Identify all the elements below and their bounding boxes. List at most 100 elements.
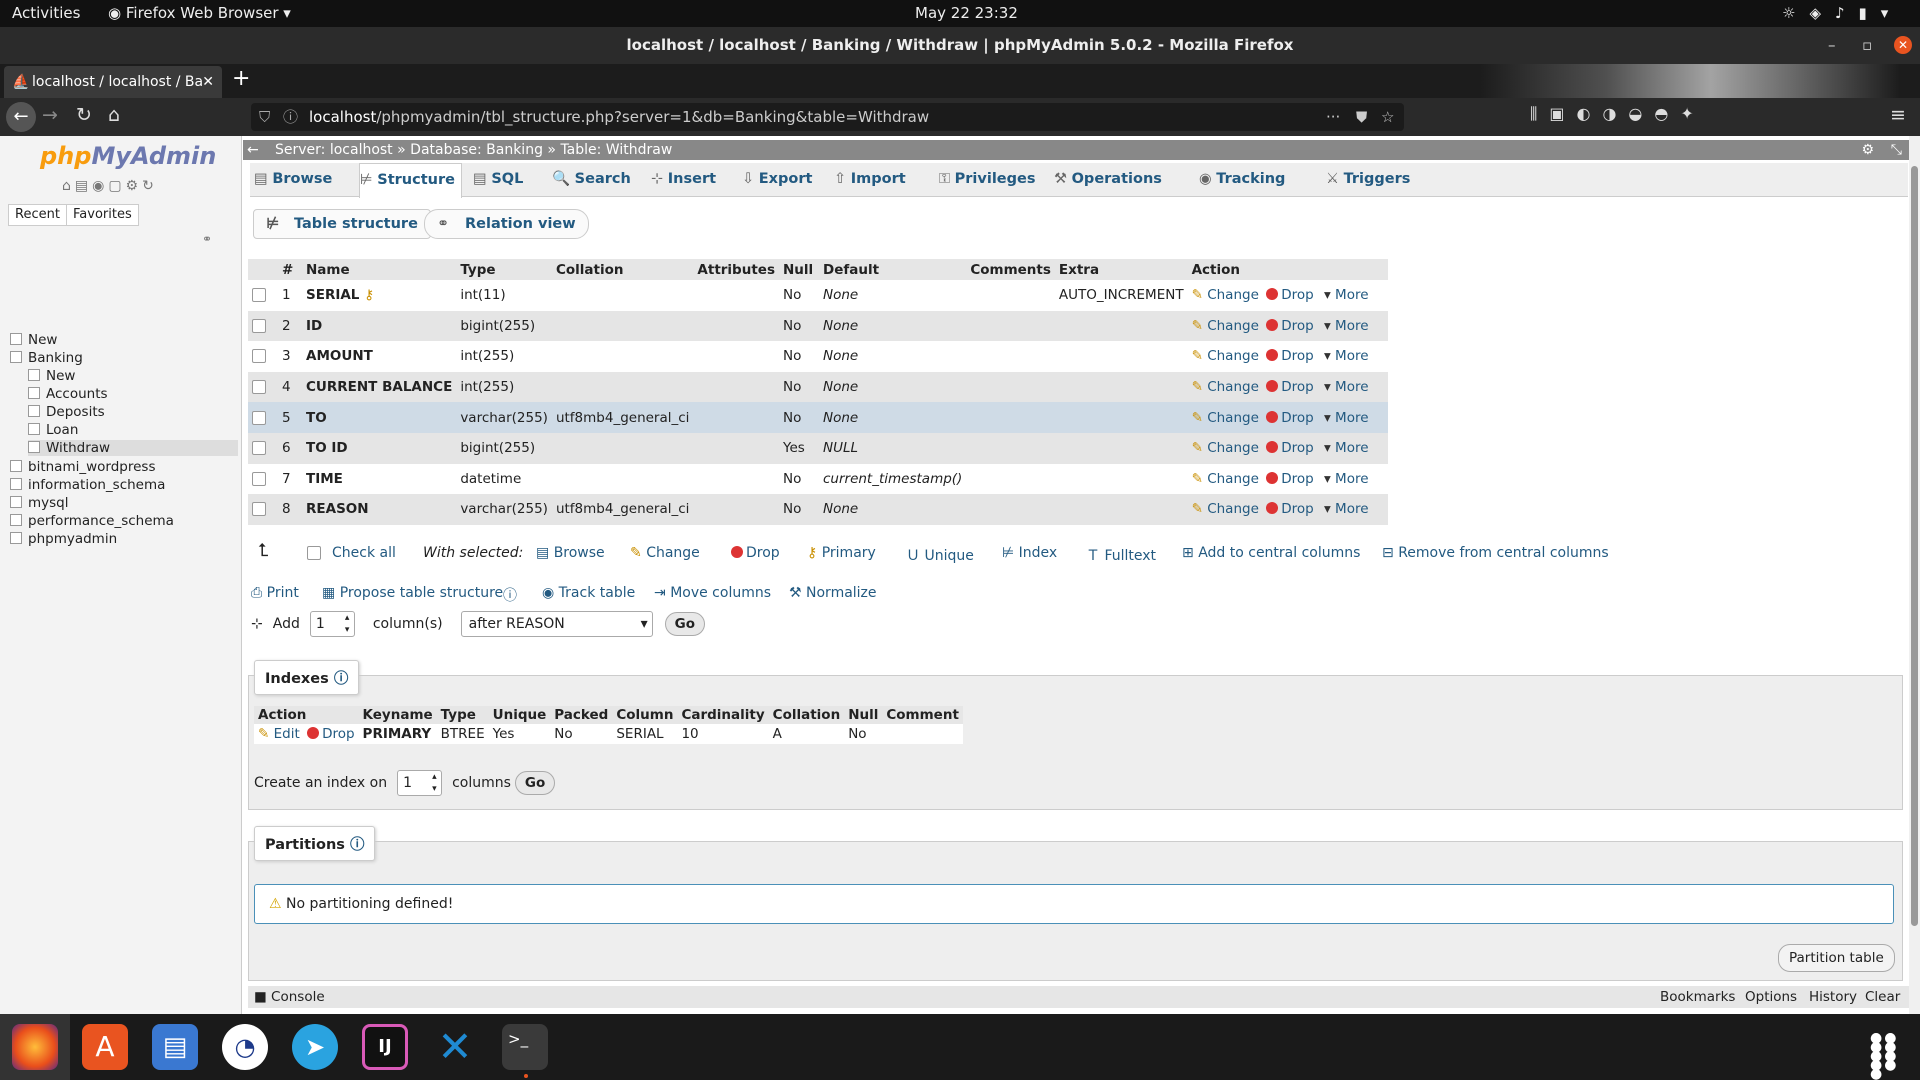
row-checkbox[interactable] — [252, 380, 266, 395]
tab-sql[interactable]: ▤ SQL — [473, 169, 523, 189]
clock[interactable]: May 22 23:32 — [915, 4, 1018, 22]
row-checkbox[interactable] — [252, 288, 266, 303]
row-checkbox-cell[interactable] — [248, 402, 278, 433]
whatsapp-icon[interactable]: ◔ — [222, 1024, 268, 1070]
change-button[interactable]: ✎ Change — [1192, 501, 1259, 517]
link-icon[interactable]: ⚭ — [202, 232, 212, 246]
row-checkbox[interactable] — [252, 441, 266, 456]
change-button[interactable]: ✎ Change — [1192, 379, 1259, 395]
drop-button[interactable]: Drop — [1263, 348, 1314, 364]
drop-button[interactable]: Drop — [1263, 318, 1314, 334]
row-checkbox-cell[interactable] — [248, 463, 278, 495]
pocket-icon[interactable]: ⛊ — [1356, 103, 1367, 131]
minimize-icon[interactable]: – — [1828, 27, 1836, 64]
settings-gear-icon[interactable]: ⚙ — [1861, 140, 1874, 160]
bulk-unique-button[interactable]: Ｕ Unique — [906, 545, 974, 565]
breadcrumb-table[interactable]: Table: Withdraw — [560, 142, 672, 158]
bulk-browse-button[interactable]: ▤ Browse — [536, 545, 605, 561]
change-button[interactable]: ✎ Change — [1192, 440, 1259, 456]
change-button[interactable]: ✎ Change — [1192, 471, 1259, 487]
drop-button[interactable]: Drop — [1263, 379, 1314, 395]
forward-icon[interactable]: → — [42, 104, 58, 126]
row-checkbox-cell[interactable] — [248, 371, 278, 403]
more-button[interactable]: ▾ More — [1324, 379, 1369, 395]
help-icon[interactable]: ⓘ — [503, 585, 517, 605]
bookmark-star-icon[interactable]: ☆ — [1381, 103, 1394, 131]
tree-node-icon[interactable] — [10, 333, 22, 345]
recent-button[interactable]: Recent — [8, 204, 67, 226]
sidebar-item-bitnami-wordpress[interactable]: bitnami_wordpress — [10, 459, 155, 475]
scrollbar-thumb[interactable] — [1911, 166, 1918, 926]
tab-privileges[interactable]: ⚿ Privileges — [939, 169, 1035, 189]
col-header-name[interactable]: Name — [302, 259, 457, 280]
tree-node-icon[interactable] — [10, 496, 22, 508]
sidebar-item-phpmyadmin[interactable]: phpmyadmin — [10, 531, 117, 547]
create-index-count-input[interactable]: 1 — [397, 770, 443, 796]
column-position-select[interactable]: after REASON ▾ — [460, 611, 653, 637]
firefox-dock-icon[interactable] — [12, 1024, 58, 1070]
more-button[interactable]: ▾ More — [1324, 318, 1369, 334]
back-icon[interactable]: ← — [6, 102, 36, 132]
drop-button[interactable]: Drop — [1263, 471, 1314, 487]
normalize-button[interactable]: ⚒ Normalize — [789, 585, 877, 601]
tab-operations[interactable]: ⚒ Operations — [1054, 169, 1162, 189]
col-header-attributes[interactable]: Attributes — [693, 259, 779, 280]
table-row[interactable]: 6 TO ID bigint(255) Yes NULL ✎ Change Drop ▾ … — [248, 432, 1388, 464]
favorites-button[interactable]: Favorites — [66, 204, 139, 226]
tree-node-icon[interactable] — [10, 532, 22, 544]
sidebar-item-accounts[interactable]: Accounts — [28, 386, 108, 402]
add-column-go-button[interactable]: Go — [664, 612, 705, 636]
add-column-count-input[interactable]: 1 — [309, 611, 355, 637]
bulk-index-button[interactable]: ⊭ Index — [1002, 545, 1057, 561]
change-button[interactable]: ✎ Change — [1192, 287, 1259, 303]
page-actions-icon[interactable]: ··· — [1326, 103, 1340, 131]
tab-insert[interactable]: ⊹ Insert — [651, 169, 716, 189]
tab-tracking[interactable]: ◉ Tracking — [1199, 169, 1285, 189]
table-row[interactable]: 7 TIME datetime No current_timestamp() ✎ Chan… — [248, 463, 1388, 495]
index-drop-button[interactable]: Drop — [304, 726, 355, 742]
more-button[interactable]: ▾ More — [1324, 501, 1369, 517]
row-checkbox[interactable] — [252, 471, 266, 486]
col-header-default[interactable]: Default — [818, 259, 967, 280]
more-button[interactable]: ▾ More — [1324, 440, 1369, 456]
console-clear[interactable]: Clear — [1865, 986, 1900, 1008]
drop-button[interactable]: Drop — [1263, 440, 1314, 456]
home-icon[interactable]: ⌂ — [108, 104, 120, 126]
telegram-icon[interactable]: ➤ — [292, 1024, 338, 1070]
console-history[interactable]: History — [1809, 986, 1857, 1008]
remove-central-columns-button[interactable]: ⊟ Remove from central columns — [1382, 545, 1609, 561]
sidebar-item-loan[interactable]: Loan — [28, 422, 78, 438]
table-row[interactable]: 8 REASON varchar(255) utf8mb4_general_ci No N… — [248, 494, 1388, 525]
tab-triggers[interactable]: ⚔ Triggers — [1326, 169, 1410, 189]
row-checkbox-cell[interactable] — [248, 280, 278, 311]
sidebar-item-new[interactable]: New — [28, 368, 75, 384]
table-row[interactable]: 1 SERIAL ⚷ int(11) No None AUTO_INCREMENT ✎ Ch… — [248, 280, 1388, 311]
sidebar-item-new[interactable]: New — [10, 332, 57, 348]
add-central-columns-button[interactable]: ⊞ Add to central columns — [1182, 545, 1360, 561]
col-header-extra[interactable]: Extra — [1054, 259, 1188, 280]
breadcrumb-database[interactable]: Database: Banking — [410, 142, 543, 158]
row-checkbox[interactable] — [252, 502, 266, 517]
table-row[interactable]: 3 AMOUNT int(255) No None ✎ Change Drop ▾ Mor… — [248, 341, 1388, 372]
help-icon[interactable]: ⓘ — [334, 671, 349, 687]
terminal-icon[interactable]: >_ — [502, 1024, 548, 1070]
relation-view-subtab[interactable]: ⚭ Relation view — [424, 209, 589, 239]
tree-node-icon[interactable] — [10, 460, 22, 472]
drop-button[interactable]: Drop — [1263, 410, 1314, 426]
partition-table-button[interactable]: Partition table — [1778, 944, 1895, 972]
change-button[interactable]: ✎ Change — [1192, 318, 1259, 334]
tree-node-icon[interactable] — [10, 478, 22, 490]
app-menu[interactable]: ◉ Firefox Web Browser ▾ — [108, 4, 291, 22]
more-button[interactable]: ▾ More — [1324, 348, 1369, 364]
intellij-icon[interactable]: IJ — [362, 1024, 408, 1070]
row-checkbox-cell[interactable] — [248, 310, 278, 342]
toolbar-extension-icons[interactable]: ⫼▣◐◑◒◓✦ — [1530, 104, 1706, 124]
show-apps-icon[interactable]: ●●●●●●●●● — [1870, 1031, 1900, 1080]
sidebar-item-information-schema[interactable]: information_schema — [10, 477, 165, 493]
col-header-collation[interactable]: Collation — [551, 259, 694, 280]
more-button[interactable]: ▾ More — [1324, 287, 1369, 303]
maximize-icon[interactable]: ▫ — [1862, 27, 1872, 64]
change-button[interactable]: ✎ Change — [1192, 348, 1259, 364]
col-header-type[interactable]: Type — [456, 259, 552, 280]
console-bookmarks[interactable]: Bookmarks — [1660, 986, 1735, 1008]
